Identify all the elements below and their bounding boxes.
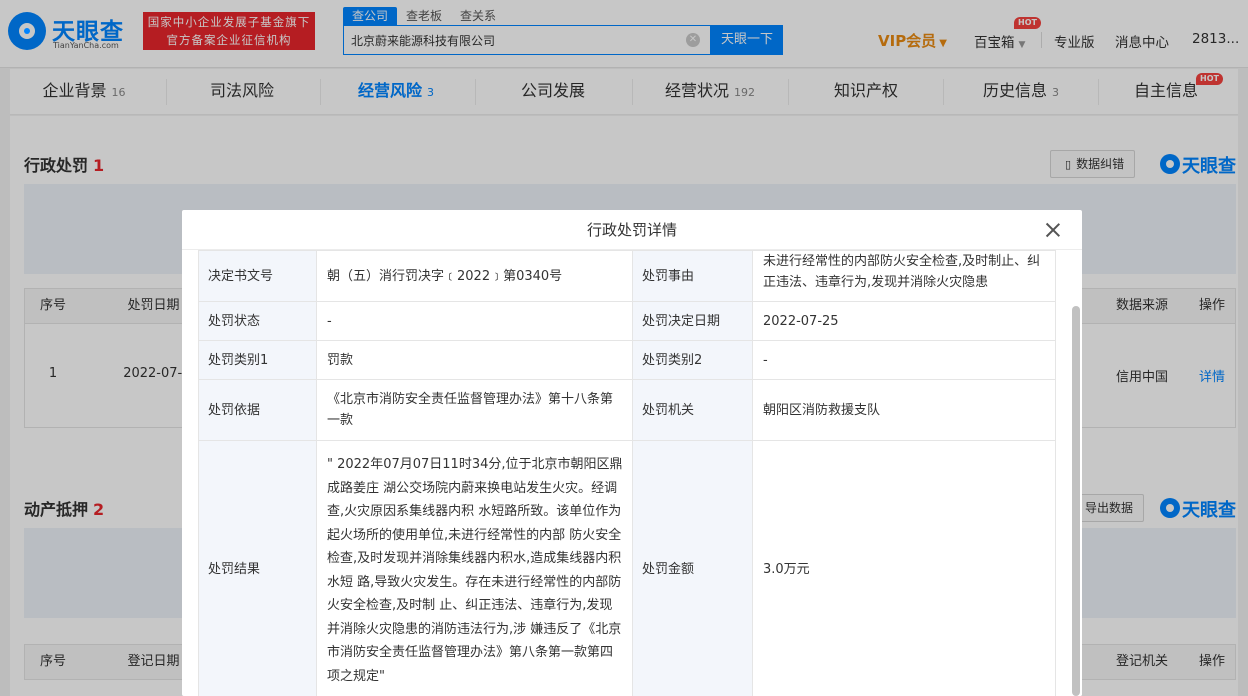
detail-row: 处罚状态 - 处罚决定日期 2022-07-25 bbox=[198, 301, 1056, 341]
detail-row: 处罚依据 《北京市消防安全责任监督管理办法》第十八条第一款 处罚机关 朝阳区消防… bbox=[198, 379, 1056, 441]
close-icon[interactable] bbox=[1044, 221, 1062, 239]
value-category2: - bbox=[752, 340, 1056, 380]
value-reason: 未进行经常性的内部防火安全检查,及时制止、纠正违法、违章行为,发现并消除火灾隐患 bbox=[752, 250, 1056, 302]
label-category1: 处罚类别1 bbox=[198, 340, 317, 380]
label-decision-date: 处罚决定日期 bbox=[632, 301, 753, 341]
label-decision-no: 决定书文号 bbox=[198, 250, 317, 302]
value-authority: 朝阳区消防救援支队 bbox=[752, 379, 1056, 441]
label-result: 处罚结果 bbox=[198, 440, 317, 696]
value-status: - bbox=[316, 301, 633, 341]
value-amount: 3.0万元 bbox=[752, 440, 1056, 696]
value-decision-no: 朝（五）消行罚决字﹝2022﹞第0340号 bbox=[316, 250, 633, 302]
label-authority: 处罚机关 bbox=[632, 379, 753, 441]
value-decision-date: 2022-07-25 bbox=[752, 301, 1056, 341]
penalty-detail-modal: 行政处罚详情 决定书文号 朝（五）消行罚决字﹝2022﹞第0340号 处罚事由 … bbox=[182, 210, 1082, 696]
detail-row: 处罚结果 " 2022年07月07日11时34分,位于北京市朝阳区鼎成路姜庄 湖… bbox=[198, 440, 1056, 696]
label-basis: 处罚依据 bbox=[198, 379, 317, 441]
detail-table: 决定书文号 朝（五）消行罚决字﹝2022﹞第0340号 处罚事由 未进行经常性的… bbox=[198, 250, 1056, 696]
modal-scrollbar-thumb[interactable] bbox=[1072, 306, 1080, 696]
value-basis: 《北京市消防安全责任监督管理办法》第十八条第一款 bbox=[316, 379, 633, 441]
detail-row: 处罚类别1 罚款 处罚类别2 - bbox=[198, 340, 1056, 380]
modal-body: 决定书文号 朝（五）消行罚决字﹝2022﹞第0340号 处罚事由 未进行经常性的… bbox=[182, 250, 1082, 696]
label-category2: 处罚类别2 bbox=[632, 340, 753, 380]
modal-header: 行政处罚详情 bbox=[182, 210, 1082, 250]
detail-row: 决定书文号 朝（五）消行罚决字﹝2022﹞第0340号 处罚事由 未进行经常性的… bbox=[198, 250, 1056, 302]
value-result: " 2022年07月07日11时34分,位于北京市朝阳区鼎成路姜庄 湖公交场院内… bbox=[316, 440, 633, 696]
label-amount: 处罚金额 bbox=[632, 440, 753, 696]
label-status: 处罚状态 bbox=[198, 301, 317, 341]
value-category1: 罚款 bbox=[316, 340, 633, 380]
label-reason: 处罚事由 bbox=[632, 250, 753, 302]
modal-title: 行政处罚详情 bbox=[586, 221, 677, 239]
